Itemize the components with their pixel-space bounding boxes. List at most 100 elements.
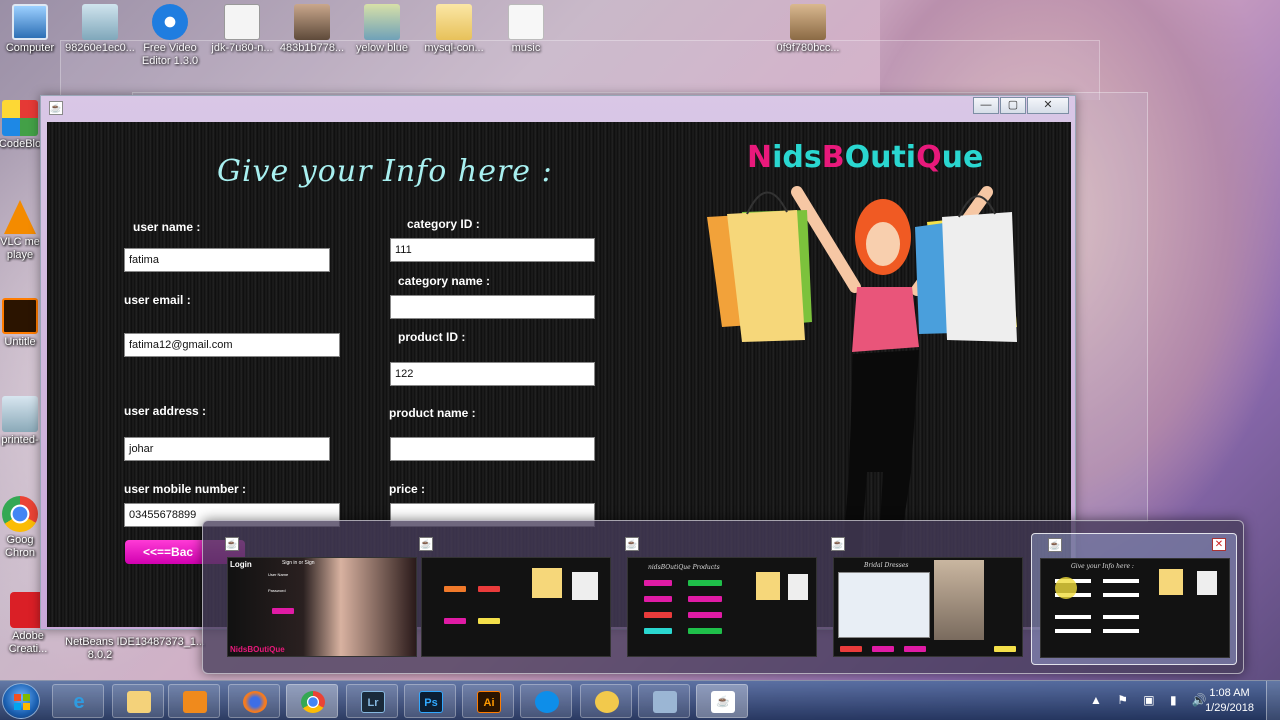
thumb-button	[688, 628, 722, 634]
switcher-thumb-products[interactable]: ☕ nidsBOutiQue Products	[609, 533, 817, 665]
switcher-thumb-bridal[interactable]: ☕ Bridal Dresses	[815, 533, 1023, 665]
desktop-icon-image4[interactable]: 13487373_1...	[134, 636, 206, 649]
taskbar-java[interactable]: ☕	[696, 684, 748, 718]
product-id-field[interactable]: 122	[390, 362, 595, 386]
taskbar-explorer[interactable]	[112, 684, 164, 718]
vlc-icon	[4, 200, 36, 234]
maximize-button[interactable]: ▢	[1000, 97, 1026, 114]
virtualbox-icon	[653, 691, 677, 713]
product-name-field[interactable]	[390, 437, 595, 461]
system-tray: ▲ ⚑ ▣ ▮ 🔊 1:08 AM 1/29/2018	[1080, 681, 1280, 720]
teamviewer-icon	[535, 691, 559, 713]
user-email-label: user email :	[124, 293, 191, 307]
taskbar: e Lr Ps Ai ☕ ▲ ⚑ ▣ ▮ 🔊 1:08 AM 1/29/2018	[0, 680, 1280, 720]
clock-time: 1:08 AM	[1209, 687, 1250, 699]
thumb-bag	[756, 572, 780, 600]
thumb-login-username: User Name	[268, 572, 289, 577]
thumb-bag	[1159, 569, 1183, 595]
taskbar-illustrator[interactable]: Ai	[462, 684, 514, 718]
category-id-field[interactable]: 111	[390, 238, 595, 262]
clock-date: 1/29/2018	[1205, 702, 1254, 714]
thumb-button	[688, 612, 722, 618]
user-email-field[interactable]: fatima12@gmail.com	[124, 333, 340, 357]
thumb-button	[478, 618, 500, 624]
java-icon: ☕	[625, 537, 639, 551]
thumb-button	[840, 646, 862, 652]
image-file-icon	[82, 4, 118, 40]
thumb-title: Give your Info here :	[1071, 563, 1134, 570]
switcher-thumb-menu[interactable]: ☕	[403, 533, 611, 665]
java-icon: ☕	[831, 537, 845, 551]
start-button[interactable]	[2, 683, 40, 719]
desktop-icon-netbeans[interactable]: NetBeans IDE 8.0.2	[64, 636, 136, 662]
brand-letter: B	[821, 140, 845, 175]
desktop-icon-label: 8.0.2	[87, 649, 113, 661]
thumb-preview	[421, 557, 611, 657]
category-name-label: category name :	[398, 274, 491, 288]
thumb-button	[478, 586, 500, 592]
close-button[interactable]: ✕	[1027, 97, 1069, 114]
file-icon	[508, 4, 544, 40]
java-icon: ☕	[225, 537, 239, 551]
desktop-icon-label: 13487373_1...	[134, 636, 206, 648]
desktop-icon-label: Adobe	[12, 630, 44, 642]
firefox-icon	[243, 691, 267, 713]
taskbar-photoshop[interactable]: Ps	[404, 684, 456, 718]
switcher-thumb-info[interactable]: ☕ ✕ Give your Info here :	[1031, 533, 1237, 665]
taskbar-chrome[interactable]	[286, 684, 338, 718]
show-desktop-button[interactable]	[1266, 681, 1280, 720]
clock[interactable]: 1:08 AM 1/29/2018	[1205, 686, 1254, 716]
desktop-icon-label: NetBeans IDE	[65, 636, 135, 648]
thumb-preview: Give your Info here :	[1040, 558, 1230, 658]
chrome-icon	[301, 691, 325, 713]
background-window-frame	[60, 40, 1100, 100]
thumb-field	[1055, 629, 1091, 633]
user-name-label: user name :	[133, 220, 201, 234]
taskbar-firefox[interactable]	[228, 684, 280, 718]
taskbar-media-player[interactable]	[168, 684, 220, 718]
folder-icon	[436, 4, 472, 40]
category-name-field[interactable]	[390, 295, 595, 319]
taskbar-lightroom[interactable]: Lr	[346, 684, 398, 718]
thumb-button	[688, 596, 722, 602]
illustrator-file-icon	[2, 298, 38, 334]
user-mobile-label: user mobile number :	[124, 482, 247, 496]
brand-letters: ids	[772, 140, 822, 175]
thumb-preview: nidsBOutiQue Products	[627, 557, 817, 657]
thumb-close-icon[interactable]: ✕	[1212, 538, 1226, 551]
tray-icons[interactable]: ▲ ⚑ ▣ ▮ 🔊	[1090, 693, 1213, 707]
thumb-login-title: Login	[230, 560, 252, 569]
thumb-button	[644, 596, 672, 602]
brand-letters: Outi	[844, 140, 917, 175]
video-editor-icon	[152, 4, 188, 40]
user-name-field[interactable]: fatima	[124, 248, 330, 272]
image-file-icon	[790, 4, 826, 40]
desktop-icon-computer[interactable]: Computer	[0, 0, 66, 55]
window-controls: — ▢ ✕	[972, 97, 1069, 114]
taskbar-ie[interactable]: e	[52, 684, 104, 718]
java-icon: ☕	[1048, 538, 1062, 552]
computer-icon	[12, 4, 48, 40]
thumb-field	[1103, 629, 1139, 633]
minimize-button[interactable]: —	[973, 97, 999, 114]
ie-icon: e	[73, 691, 85, 713]
codeblocks-icon	[2, 100, 38, 136]
thumb-preview: Login Sign in or Sign User Name Password…	[227, 557, 417, 657]
thumb-preview: Bridal Dresses	[833, 557, 1023, 657]
app-icon	[595, 691, 619, 713]
thumb-title: Bridal Dresses	[864, 562, 909, 569]
photoshop-icon: Ps	[419, 691, 443, 713]
thumb-button	[904, 646, 926, 652]
thumb-table	[838, 572, 930, 638]
brand-letter: Q	[916, 140, 942, 175]
switcher-thumb-login[interactable]: ☕ Login Sign in or Sign User Name Passwo…	[209, 533, 417, 665]
illustrator-icon: Ai	[477, 691, 501, 713]
window-switcher: ☕ Login Sign in or Sign User Name Passwo…	[202, 520, 1244, 674]
taskbar-app[interactable]	[580, 684, 632, 718]
java-icon: ☕	[711, 691, 735, 713]
taskbar-virtualbox[interactable]	[638, 684, 690, 718]
thumb-bag	[572, 572, 598, 600]
window-titlebar[interactable]: ☕ — ▢ ✕	[41, 96, 1075, 120]
taskbar-teamviewer[interactable]	[520, 684, 572, 718]
user-address-field[interactable]: johar	[124, 437, 330, 461]
